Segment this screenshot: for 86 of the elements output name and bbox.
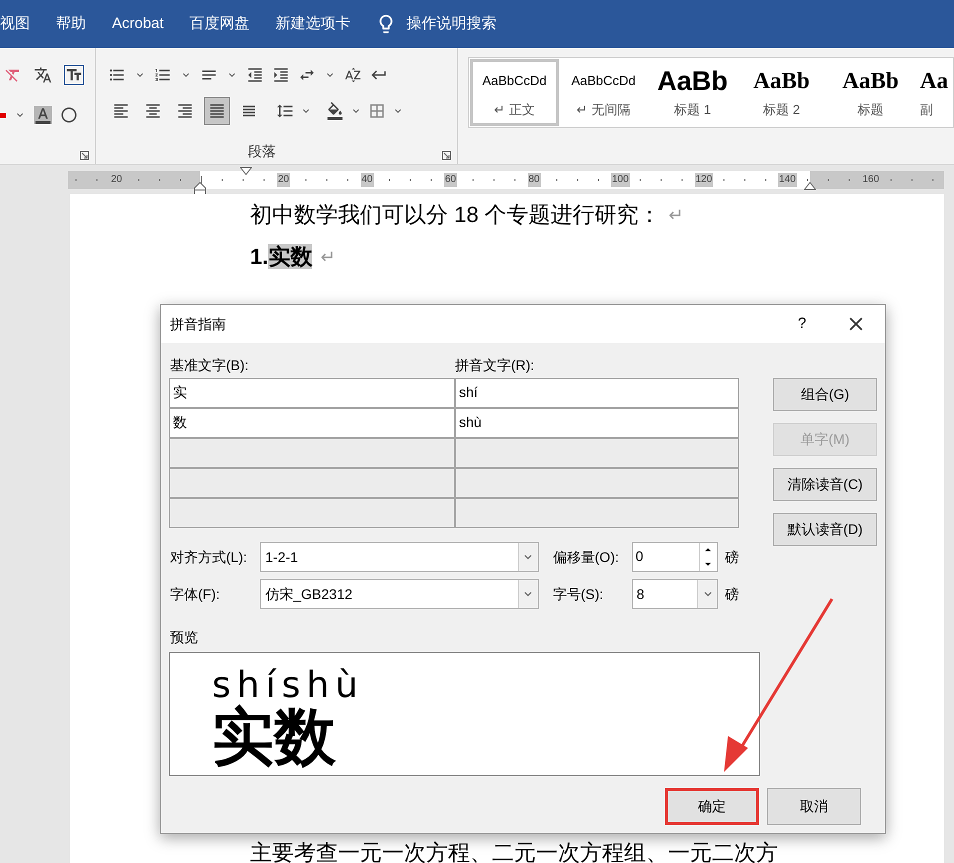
- dialog-button[interactable]: 取消: [767, 788, 861, 825]
- help-button[interactable]: ?: [787, 309, 817, 339]
- style-name: 副: [920, 100, 933, 119]
- ruler-number: 20: [110, 173, 124, 187]
- font-combobox[interactable]: 仿宋_GB2312: [260, 579, 539, 609]
- style-preview: Aa: [920, 66, 948, 95]
- character-shading-icon[interactable]: [34, 106, 52, 124]
- decrease-indent-icon[interactable]: [246, 66, 264, 84]
- preview-label: 预览: [169, 628, 199, 647]
- dialog-button[interactable]: 组合(G): [773, 378, 877, 411]
- ruler-number: 80: [528, 173, 541, 187]
- document-paragraph: 1.实数: [250, 245, 312, 269]
- font-color-swatch[interactable]: [0, 112, 6, 118]
- ruby-text-field[interactable]: shù: [455, 408, 739, 438]
- dialog-launcher-icon[interactable]: [442, 151, 451, 160]
- ruler-number: 60: [444, 173, 458, 187]
- alignment-combobox[interactable]: 1-2-1: [260, 542, 539, 572]
- borders-icon[interactable]: [368, 102, 386, 120]
- dialog-button[interactable]: 确定: [665, 788, 759, 825]
- style-item[interactable]: Aa 副: [915, 59, 952, 126]
- style-name: 标题 1: [674, 100, 711, 119]
- paragraph-mark: ↵: [668, 204, 684, 226]
- shading-bucket-icon[interactable]: [326, 102, 344, 120]
- style-name: ↵ 无间隔: [576, 100, 630, 119]
- unit-label: 磅: [725, 584, 739, 604]
- dialog-launcher-icon[interactable]: [80, 151, 89, 160]
- style-preview: AaBbCcDd: [482, 72, 547, 90]
- ruler-number: 20: [277, 173, 290, 187]
- style-item[interactable]: AaBb 标题 2: [737, 59, 826, 126]
- style-name: 标题: [858, 100, 884, 119]
- document-paragraph: 主要考查一元一次方程、二元一次方程组、一元二次方: [250, 839, 778, 863]
- ruler-number: 120: [694, 173, 714, 187]
- preview-ruby-text: shíshù: [212, 667, 365, 705]
- style-preview: AaBb: [753, 66, 810, 95]
- line-spacing-icon[interactable]: [276, 102, 294, 120]
- unit-label: 磅: [725, 548, 739, 566]
- justify-button[interactable]: [204, 97, 230, 125]
- ruler-number: 100: [611, 173, 630, 187]
- style-item[interactable]: AaBbCcDd ↵ 无间隔: [559, 59, 648, 126]
- ruler-number: 40: [360, 173, 374, 187]
- dialog-title: 拼音指南: [170, 314, 226, 334]
- field-label: 偏移量(O):: [552, 548, 620, 567]
- style-preview: AaBb: [842, 66, 899, 95]
- base-text-field[interactable]: 数: [169, 408, 455, 438]
- size-combobox[interactable]: 8: [632, 579, 718, 609]
- align-center-icon: [144, 102, 162, 120]
- field-label: 字号(S):: [552, 584, 604, 604]
- field-label: 基准文字(B):: [169, 356, 250, 375]
- increase-indent-icon[interactable]: [272, 66, 290, 84]
- style-item[interactable]: AaBbCcDd ↵ 正文: [470, 59, 559, 126]
- right-indent-marker[interactable]: [804, 182, 816, 190]
- preview-base-text: 实数: [212, 705, 337, 771]
- sort-icon[interactable]: [344, 66, 362, 84]
- ribbon-tab[interactable]: Acrobat: [112, 14, 164, 34]
- style-item[interactable]: AaBb 标题 1: [648, 59, 737, 126]
- ribbon-tab[interactable]: 视图: [0, 14, 30, 34]
- justify-icon: [208, 102, 226, 120]
- offset-spinbox[interactable]: 0: [632, 542, 718, 572]
- paragraph-mark: ↵: [320, 246, 336, 268]
- field-label: 对齐方式(L):: [169, 548, 248, 567]
- pinyin-guide-icon[interactable]: [34, 66, 52, 84]
- group-label: 段落: [248, 142, 276, 161]
- ribbon-tab[interactable]: 新建选项卡: [276, 14, 351, 34]
- ruler-number: 160: [862, 173, 880, 187]
- document-paragraph: 初中数学我们可以分 18 个专题进行研究：: [250, 203, 661, 227]
- dialog-button[interactable]: 默认读音(D): [773, 513, 877, 546]
- ribbon-tab[interactable]: 百度网盘: [190, 14, 250, 34]
- style-preview: AaBb: [657, 66, 728, 96]
- ribbon-tab[interactable]: 帮助: [56, 14, 86, 34]
- character-border-icon[interactable]: [64, 65, 84, 85]
- align-left-icon: [112, 102, 130, 120]
- style-preview: AaBbCcDd: [571, 72, 636, 90]
- style-item[interactable]: AaBb 标题: [826, 59, 915, 126]
- enclosed-character-icon[interactable]: [60, 106, 78, 124]
- align-right-icon: [176, 102, 194, 120]
- base-text-field[interactable]: 实: [169, 378, 455, 408]
- field-label: 拼音文字(R):: [455, 356, 534, 375]
- style-name: ↵ 正文: [494, 100, 535, 119]
- numbering-icon[interactable]: [154, 66, 172, 84]
- tell-me-search[interactable]: 操作说明搜索: [406, 14, 497, 34]
- dialog-button[interactable]: 清除读音(C): [773, 468, 877, 501]
- ruler-number: 140: [778, 173, 797, 187]
- ruby-text-field[interactable]: shí: [455, 378, 739, 408]
- first-line-indent-marker[interactable]: [240, 167, 252, 175]
- field-label: 字体(F):: [169, 584, 221, 604]
- style-name: 标题 2: [763, 100, 800, 119]
